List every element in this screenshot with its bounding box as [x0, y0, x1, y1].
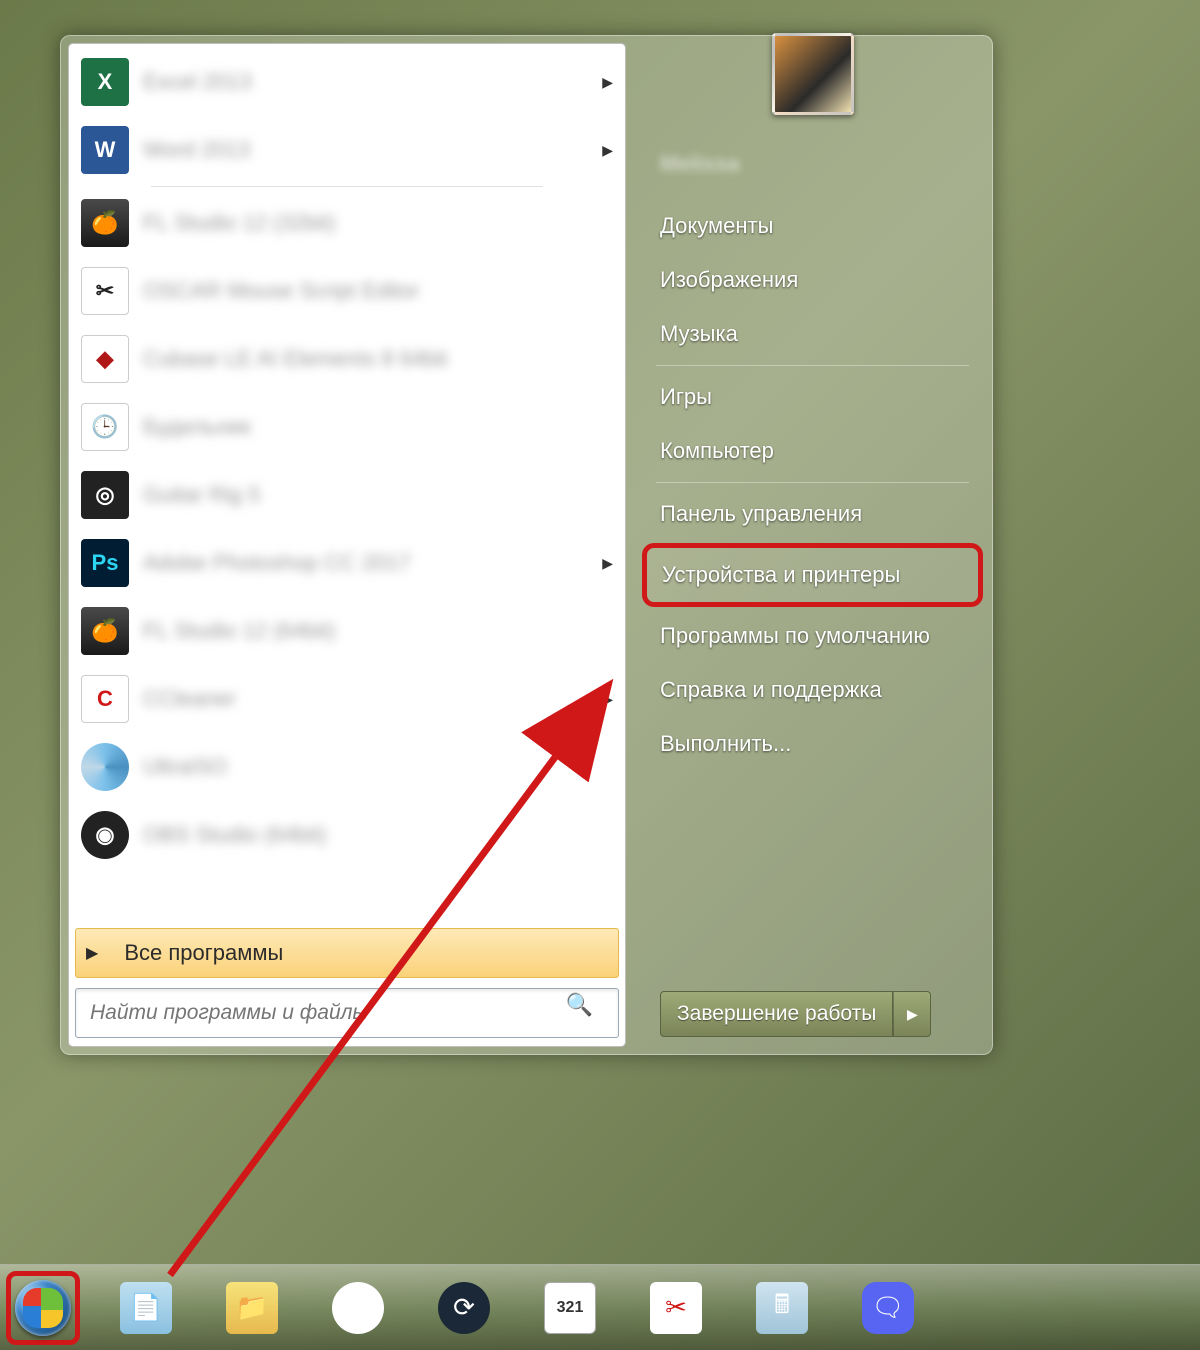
taskbar-app-icon: ⟳: [438, 1282, 490, 1334]
program-label: FL Studio 12 (64bit): [143, 618, 613, 644]
program-label: UltraISO: [143, 754, 613, 780]
separator: [656, 482, 969, 483]
tb-chrome[interactable]: ◉: [308, 1274, 408, 1342]
program-icon: C: [81, 675, 129, 723]
program-icon: ◆: [81, 335, 129, 383]
submenu-arrow-icon: ▶: [602, 555, 613, 572]
submenu-arrow-icon: ▶: [602, 74, 613, 91]
prog-photoshop[interactable]: Ps Adobe Photoshop CC 2017 ▶: [71, 529, 623, 597]
nav-computer[interactable]: Компьютер: [640, 424, 985, 478]
program-label: Excel 2013: [143, 69, 596, 95]
taskbar-app-icon: 📄: [120, 1282, 172, 1334]
user-name-label[interactable]: Melissa: [640, 143, 985, 185]
prog-flstudio64[interactable]: 🍊 FL Studio 12 (64bit): [71, 597, 623, 665]
program-icon: ◉: [81, 811, 129, 859]
program-icon: Ps: [81, 539, 129, 587]
program-icon: 🍊: [81, 607, 129, 655]
taskbar-app-icon: ✂: [650, 1282, 702, 1334]
taskbar-app-icon: 🖩: [756, 1282, 808, 1334]
all-programs-button[interactable]: ▶ Все программы: [75, 928, 619, 978]
search-input[interactable]: [75, 988, 619, 1038]
tb-explorer[interactable]: 📁: [202, 1274, 302, 1342]
tb-discord[interactable]: 🗨: [838, 1274, 938, 1342]
separator: [656, 365, 969, 366]
separator: [151, 186, 543, 187]
search-icon[interactable]: 🔍: [566, 992, 593, 1018]
shutdown-button[interactable]: Завершение работы: [660, 991, 893, 1037]
program-icon: ◎: [81, 471, 129, 519]
taskbar-app-icon: 📁: [226, 1282, 278, 1334]
program-icon: W: [81, 126, 129, 174]
nav-games[interactable]: Игры: [640, 370, 985, 424]
program-label: Cubase LE AI Elements 8 64bit: [143, 346, 613, 372]
program-label: CCleaner: [143, 686, 596, 712]
tb-notepad[interactable]: 📄: [96, 1274, 196, 1342]
tb-snip[interactable]: ✂: [626, 1274, 726, 1342]
taskbar-app-icon: ◉: [332, 1282, 384, 1334]
program-label: Будильник: [143, 414, 613, 440]
nav-control-panel[interactable]: Панель управления: [640, 487, 985, 541]
taskbar-app-icon: 🗨: [862, 1282, 914, 1334]
start-menu-right-pane: Melissa ДокументыИзображенияМузыка ИгрыКо…: [640, 43, 985, 1047]
program-label: Adobe Photoshop CC 2017: [143, 550, 596, 576]
taskbar: 📄 📁 ◉ ⟳ 321 ✂ 🖩 🗨: [0, 1264, 1200, 1350]
start-button[interactable]: [6, 1271, 80, 1345]
start-menu-left-pane: X Excel 2013 ▶ W Word 2013 ▶ 🍊 FL Studio 12 (32…: [68, 43, 626, 1047]
program-icon: ✂: [81, 267, 129, 315]
tb-steam[interactable]: ⟳: [414, 1274, 514, 1342]
start-menu: X Excel 2013 ▶ W Word 2013 ▶ 🍊 FL Studio 12 (32…: [60, 35, 993, 1055]
shutdown-group: Завершение работы ▶: [660, 991, 931, 1037]
nav-devices-printers[interactable]: Устройства и принтеры: [642, 543, 983, 607]
prog-excel[interactable]: X Excel 2013 ▶: [71, 48, 623, 116]
program-label: OSCAR Mouse Script Editor: [143, 278, 613, 304]
prog-guitarrig[interactable]: ◎ Guitar Rig 5: [71, 461, 623, 529]
search-container: 🔍: [75, 988, 619, 1038]
program-icon: [81, 743, 129, 791]
taskbar-app-icon: 321: [544, 1282, 596, 1334]
program-label: Guitar Rig 5: [143, 482, 613, 508]
submenu-arrow-icon: ▶: [602, 691, 613, 708]
program-label: OBS Studio (64bit): [143, 822, 613, 848]
nav-default-programs[interactable]: Программы по умолчанию: [640, 609, 985, 663]
shutdown-options-button[interactable]: ▶: [893, 991, 931, 1037]
prog-flstudio32[interactable]: 🍊 FL Studio 12 (32bit): [71, 189, 623, 257]
tb-calc[interactable]: 🖩: [732, 1274, 832, 1342]
nav-documents[interactable]: Документы: [640, 199, 985, 253]
program-icon: X: [81, 58, 129, 106]
prog-obs[interactable]: ◉ OBS Studio (64bit): [71, 801, 623, 869]
all-programs-label: Все программы: [124, 940, 283, 966]
prog-cubase[interactable]: ◆ Cubase LE AI Elements 8 64bit: [71, 325, 623, 393]
tb-mpc[interactable]: 321: [520, 1274, 620, 1342]
prog-word[interactable]: W Word 2013 ▶: [71, 116, 623, 184]
prog-ccleaner[interactable]: C CCleaner ▶: [71, 665, 623, 733]
program-label: Word 2013: [143, 137, 596, 163]
nav-run[interactable]: Выполнить...: [640, 717, 985, 771]
program-icon: 🕒: [81, 403, 129, 451]
program-label: FL Studio 12 (32bit): [143, 210, 613, 236]
nav-pictures[interactable]: Изображения: [640, 253, 985, 307]
program-icon: 🍊: [81, 199, 129, 247]
prog-alarm[interactable]: 🕒 Будильник: [71, 393, 623, 461]
user-picture[interactable]: [772, 33, 854, 115]
nav-music[interactable]: Музыка: [640, 307, 985, 361]
submenu-arrow-icon: ▶: [602, 142, 613, 159]
prog-oscar[interactable]: ✂ OSCAR Mouse Script Editor: [71, 257, 623, 325]
chevron-right-icon: ▶: [86, 943, 98, 963]
windows-logo-icon: [15, 1280, 71, 1336]
prog-ultraiso[interactable]: UltraISO: [71, 733, 623, 801]
nav-help[interactable]: Справка и поддержка: [640, 663, 985, 717]
